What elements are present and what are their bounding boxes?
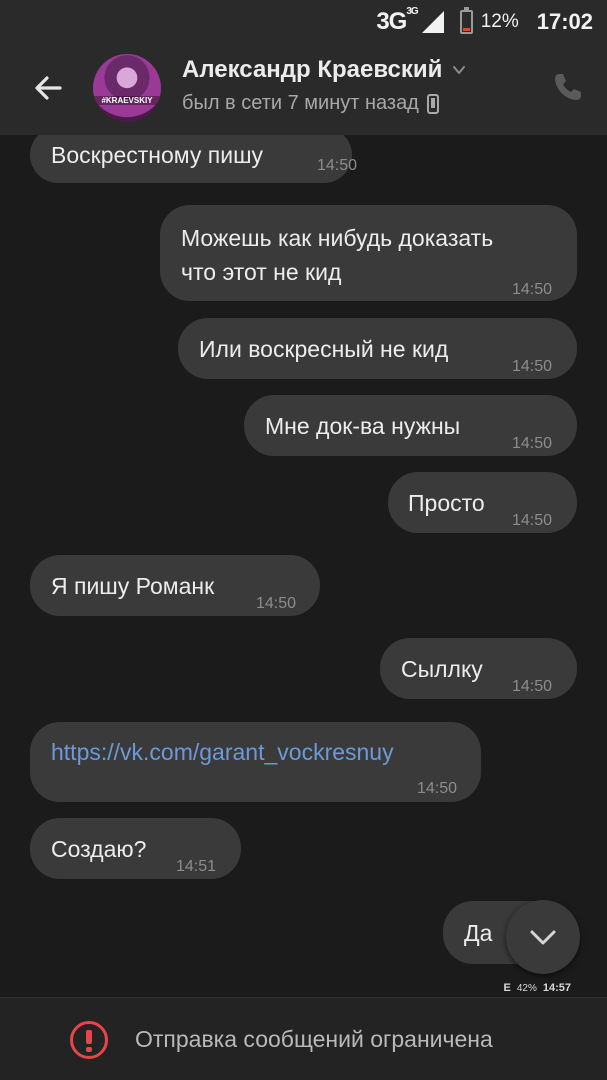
mobile-device-icon [426,93,439,114]
message-text: Воскрестному пишу [51,142,264,168]
message-link[interactable]: https://vk.com/garant_vockresnuy [51,735,394,769]
chevron-down-icon [530,930,556,945]
message-time: 14:50 [256,595,297,612]
message-text: Мне док-ва нужны [265,413,461,439]
status-bar: 3G3G 12% 17:02 [0,0,607,44]
warning-icon [70,1021,108,1059]
message-text: Или воскресный не кид [199,336,449,362]
embedded-status-bar: E 42% 14:57 [504,982,572,994]
embedded-network: E [503,982,511,994]
message-text-line-1: Можешь как нибудь доказать [181,225,494,251]
message-time: 14:51 [176,858,217,875]
message-restriction-bar: Отправка сообщений ограничена [0,997,607,1080]
back-arrow-icon[interactable] [30,70,66,106]
last-seen-status: был в сети 7 минут назад [182,92,419,114]
message-outgoing[interactable]: Просто 14:50 [388,472,577,533]
message-text: Да [464,920,493,946]
battery-percent: 12% [480,11,519,32]
message-text: Сыллку [401,656,483,682]
chat-header: #KRAEVSKIY Александр Краевский был в сет… [0,44,607,135]
message-text: Создаю? [51,836,147,862]
phone-call-icon[interactable] [551,70,585,104]
message-incoming[interactable]: https://vk.com/garant_vockresnuy 14:50 [30,722,481,802]
message-incoming[interactable]: Воскрестному пишу 14:50 [30,135,357,183]
chevron-down-icon [453,66,466,74]
avatar[interactable]: #KRAEVSKIY [93,54,161,122]
embedded-time: 14:57 [542,982,571,994]
message-outgoing[interactable]: Сыллку 14:50 [380,638,577,699]
message-time: 14:50 [417,780,458,797]
status-time: 17:02 [536,9,593,34]
message-outgoing[interactable]: Или воскресный не кид 14:50 [178,318,577,379]
signal-icon [421,11,444,33]
last-seen-row: был в сети 7 минут назад [182,92,439,115]
avatar-caption: #KRAEVSKIY [93,96,161,105]
message-time: 14:50 [512,678,553,695]
message-time: 14:50 [512,281,553,298]
message-list[interactable]: Воскрестному пишу 14:50 Можешь как нибуд… [0,135,607,997]
message-time: 14:50 [512,512,553,529]
message-time: 14:50 [317,157,358,174]
status-icons: 3G3G 12% 17:02 [376,6,593,38]
message-incoming[interactable]: Я пишу Романк 14:50 [30,555,320,616]
restriction-text: Отправка сообщений ограничена [135,1026,493,1052]
message-time: 14:50 [512,435,553,452]
battery-icon [459,7,473,34]
message-text: Я пишу Романк [51,573,215,599]
message-time: 14:50 [512,358,553,375]
contact-name: Александр Краевский [182,56,443,83]
contact-name-row[interactable]: Александр Краевский [182,56,466,84]
message-outgoing[interactable]: Мне док-ва нужны 14:50 [244,395,577,456]
scroll-to-bottom-button[interactable] [506,900,580,974]
message-incoming[interactable]: Создаю? 14:51 [30,818,241,879]
embedded-battery-percent: 42% [516,982,537,994]
network-indicator: 3G3G [376,6,418,35]
message-text-line-2: что этот не кид [181,259,342,285]
message-text: Просто [408,490,485,516]
message-outgoing[interactable]: Можешь как нибудь доказать что этот не к… [160,205,577,301]
